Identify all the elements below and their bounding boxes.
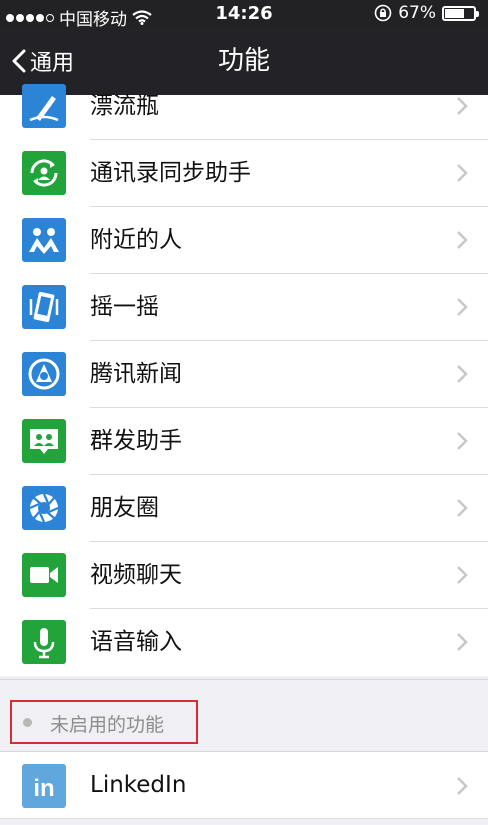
contacts-sync-icon [22, 151, 66, 195]
feature-row-voice-input[interactable]: 语音输入 [0, 609, 488, 676]
page-title: 功能 [217, 46, 270, 76]
status-bar: 中国移动 14:26 67% [0, 0, 488, 30]
voice-input-icon [22, 620, 66, 664]
feature-row-drift-bottle[interactable]: 漂流瓶 [0, 84, 488, 140]
feature-label: 附近的人 [90, 227, 182, 253]
feature-row-moments[interactable]: 朋友圈 [0, 475, 488, 542]
chevron-right-icon [457, 298, 468, 316]
chevron-right-icon [457, 231, 468, 249]
feature-row-contacts-sync[interactable]: 通讯录同步助手 [0, 140, 488, 207]
bottom-strip [0, 819, 488, 825]
linkedin-icon: in [22, 764, 66, 808]
navigation-bar: 通用 功能 [0, 27, 488, 95]
chevron-right-icon [457, 97, 468, 115]
feature-label: 漂流瓶 [90, 93, 159, 119]
feature-label: 腾讯新闻 [90, 361, 182, 387]
feature-label: 语音输入 [90, 629, 182, 655]
broadcast-icon [22, 419, 66, 463]
moments-icon [22, 486, 66, 530]
chevron-right-icon [457, 777, 468, 795]
section-header: 未启用的功能 [50, 714, 165, 736]
chevron-right-icon [457, 499, 468, 517]
status-right: 67% [374, 3, 479, 23]
feature-list: 漂流瓶 通讯录同步助手 附近的人 摇一摇 腾讯新闻 群发助手 朋友圈 视频聊天 … [0, 84, 488, 676]
chevron-right-icon [457, 365, 468, 383]
feature-label: 摇一摇 [90, 294, 159, 320]
chevron-right-icon [457, 633, 468, 651]
battery-icon [442, 5, 479, 21]
feature-label: LinkedIn [90, 772, 187, 798]
feature-row-tencent-news[interactable]: 腾讯新闻 [0, 341, 488, 408]
feature-label: 视频聊天 [90, 562, 182, 588]
feature-row-people-nearby[interactable]: 附近的人 [0, 207, 488, 274]
bullet-dot-icon [23, 718, 32, 727]
battery-percent: 67% [398, 3, 436, 23]
chevron-right-icon [457, 164, 468, 182]
people-nearby-icon [22, 218, 66, 262]
feature-row-video-chat[interactable]: 视频聊天 [0, 542, 488, 609]
disabled-features-section: 未启用的功能 [0, 679, 488, 752]
feature-label: 朋友圈 [90, 495, 159, 521]
feature-row-broadcast[interactable]: 群发助手 [0, 408, 488, 475]
tencent-news-icon [22, 352, 66, 396]
shake-icon [22, 285, 66, 329]
feature-label: 群发助手 [90, 428, 182, 454]
drift-bottle-icon [22, 84, 66, 128]
video-chat-icon [22, 553, 66, 597]
feature-row-shake[interactable]: 摇一摇 [0, 274, 488, 341]
chevron-right-icon [457, 566, 468, 584]
feature-label: 通讯录同步助手 [90, 160, 251, 186]
svg-text:in: in [33, 775, 54, 802]
rotation-lock-icon [374, 4, 392, 22]
feature-row-linkedin[interactable]: in LinkedIn [0, 752, 488, 819]
chevron-right-icon [457, 432, 468, 450]
